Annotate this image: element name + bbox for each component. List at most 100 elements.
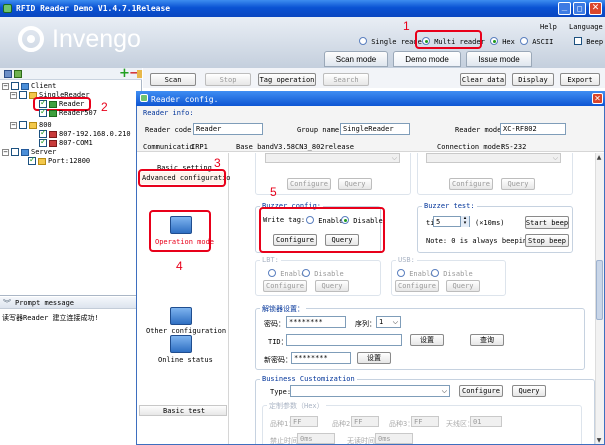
scroll-thumb[interactable] [596,260,603,320]
business-configure-button[interactable]: Configure [459,385,503,397]
minimize-button[interactable]: _ [558,2,571,15]
cut-query-label-left: Query [344,180,366,188]
tree-port-checkbox[interactable] [28,155,36,165]
usb-configure-button[interactable]: Configure [395,280,439,292]
collapse-icon[interactable]: − [10,91,17,99]
chevron-down-icon[interactable]: ⌵ [442,387,447,396]
help-link[interactable]: Help [540,23,557,31]
lbt-configure-button[interactable]: Configure [263,280,307,292]
tree-reader507-label: Reader507 [59,109,97,117]
scan-button[interactable]: Scan [150,73,196,86]
tree-server-checkbox[interactable] [11,148,19,156]
cut-combo-right[interactable]: ⌵ [426,153,561,163]
scan-label: Scan [164,75,182,84]
tree-client[interactable]: − Client [2,82,56,90]
other-configuration-icon[interactable] [170,307,192,325]
tree-807-ip[interactable]: 807-192.168.0.210 [39,128,131,138]
clear-data-button[interactable]: Clear data [460,73,506,86]
query-cn-button[interactable]: 查询 [470,334,504,346]
search-button[interactable]: Search [323,73,369,86]
tree-807-com-checkbox[interactable] [39,137,47,147]
usb-enable-radio[interactable]: Enable [397,269,435,278]
cut-combo-left[interactable]: ⌵ [265,153,400,163]
set-button-1-label: 设置 [420,336,434,344]
single-reader-radio-icon[interactable] [359,37,367,45]
no-read-time-field[interactable]: 0ms [375,433,413,444]
online-status-label[interactable]: Online status [158,356,213,364]
product-1-field[interactable]: FF [290,416,318,427]
lbt-query-button[interactable]: Query [315,280,349,292]
forbidden-time-field[interactable]: 0ms [297,433,335,444]
export-button[interactable]: Export [560,73,600,86]
hex-radio[interactable]: Hex [490,37,515,46]
chevron-down-icon[interactable]: ⌵ [393,318,398,327]
cut-configure-button-right[interactable]: Configure [449,178,493,190]
usb-disable-radio[interactable]: Disable [431,269,473,278]
product-3-field[interactable]: FF [411,416,439,427]
hex-radio-icon[interactable] [490,37,498,45]
tag-operation-button[interactable]: Tag operation [258,73,316,86]
reader-icon [49,130,57,138]
tab-demo-mode[interactable]: Demo mode [393,51,461,67]
lbt-disable-radio-icon[interactable] [302,269,310,277]
collapse-icon[interactable]: − [2,82,9,90]
product-2-field[interactable]: FF [351,416,379,427]
business-query-button[interactable]: Query [512,385,546,397]
stop-button[interactable]: Stop [205,73,251,86]
tab-scan-mode[interactable]: Scan mode [324,51,388,67]
online-status-icon[interactable] [170,335,192,353]
beep-checkbox-icon[interactable] [574,37,582,45]
collapse-chevron-icon[interactable]: ︾ [3,298,11,309]
cut-configure-button-left[interactable]: Configure [287,178,331,190]
group-name-field[interactable]: SingleReader [340,123,410,135]
lbt-enable-radio-icon[interactable] [268,269,276,277]
time-spinner-icon[interactable]: ▴ ▾ [460,216,469,227]
ascii-radio[interactable]: ASCII [520,37,553,46]
tree-client-checkbox[interactable] [11,82,19,90]
other-configuration-label[interactable]: Other configuration [146,327,226,335]
start-beep-button[interactable]: Start beep [525,216,569,229]
reader-code-field[interactable]: Reader [193,123,263,135]
usb-enable-radio-icon[interactable] [397,269,405,277]
language-link[interactable]: Language [569,23,603,31]
cut-query-button-right[interactable]: Query [501,178,535,190]
lbt-enable-radio[interactable]: Enable [268,269,306,278]
beep-checkbox[interactable]: Beep [574,37,603,46]
tree-toolbar-icon-a[interactable] [4,70,12,78]
usb-disable-radio-icon[interactable] [431,269,439,277]
tree-807-com[interactable]: 807-COM1 [39,137,93,147]
tree-reader507[interactable]: Reader507 [39,107,97,117]
cut-query-label-right: Query [507,180,529,188]
ascii-radio-icon[interactable] [520,37,528,45]
reader-info-legend: Reader info: [143,109,194,117]
close-icon[interactable]: ✕ [589,2,602,15]
usb-query-button[interactable]: Query [446,280,480,292]
tree-port[interactable]: Port:12800 [28,155,90,165]
stop-beep-button[interactable]: Stop beep [525,234,569,247]
tree-toolbar-icon-b[interactable] [14,70,22,78]
password-field[interactable]: ******** [286,316,346,328]
new-password-field[interactable]: ******** [291,352,351,364]
set-button-1[interactable]: 设置 [410,334,444,346]
lbt-disable-radio[interactable]: Disable [302,269,344,278]
tree-reader507-checkbox[interactable] [39,107,47,117]
tree-800-checkbox[interactable] [19,121,27,129]
serial-select[interactable]: 1 ⌵ [376,316,401,328]
dialog-close-icon[interactable]: ✕ [592,93,603,104]
type-select[interactable]: ⌵ [290,385,450,397]
tree-single-reader-checkbox[interactable] [19,91,27,99]
collapse-icon[interactable]: − [2,148,9,156]
tab-issue-mode[interactable]: Issue mode [466,51,532,67]
scroll-up-icon[interactable]: ▲ [595,153,603,161]
maximize-button[interactable]: □ [573,2,586,15]
antenna-zone-field[interactable]: 01 [470,416,502,427]
scroll-down-icon[interactable]: ▼ [595,436,603,444]
usb-query-label: Query [452,282,474,290]
edit-icon[interactable] [137,70,142,78]
display-button[interactable]: Display [512,73,554,86]
cut-query-button-left[interactable]: Query [338,178,372,190]
set-button-2[interactable]: 设置 [357,352,391,364]
reader-model-field[interactable]: XC-RF802 [500,123,566,135]
tid-field[interactable] [286,334,402,346]
collapse-icon[interactable]: − [10,121,17,129]
